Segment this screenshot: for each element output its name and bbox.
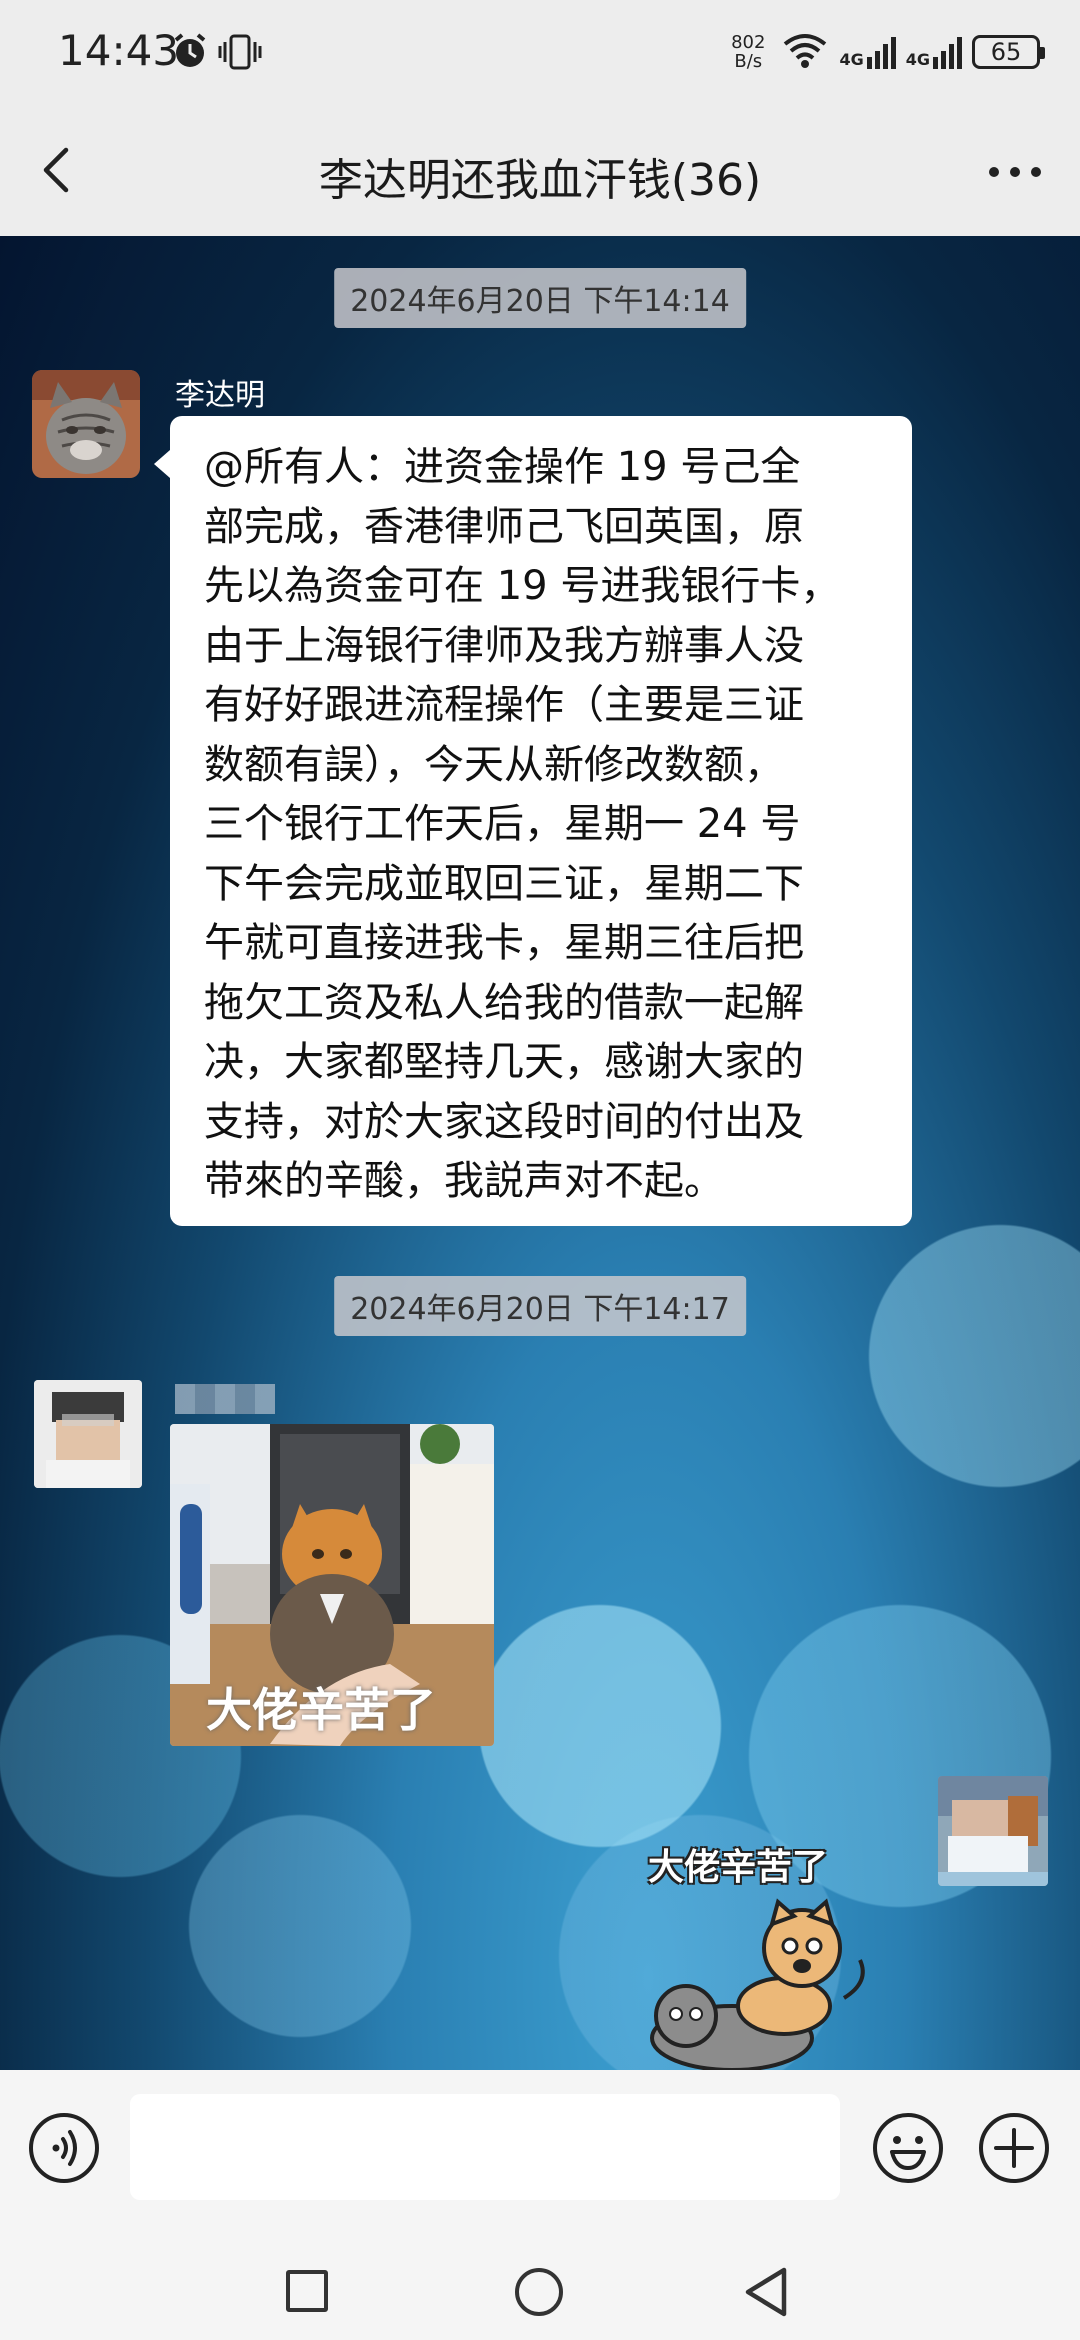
battery-level: 65 xyxy=(990,38,1022,66)
triangle-back-icon xyxy=(745,2267,787,2317)
battery-icon: 65 xyxy=(972,35,1045,69)
emoji-button[interactable] xyxy=(872,2112,944,2184)
signal-2: 4G xyxy=(906,35,962,69)
signal-2-label: 4G xyxy=(905,50,930,69)
input-bar xyxy=(0,2070,1080,2230)
avatar[interactable] xyxy=(34,1380,142,1488)
net-speed: 802 B/s xyxy=(731,33,765,71)
emoji-icon xyxy=(873,2113,943,2183)
system-back-button[interactable] xyxy=(742,2266,790,2322)
sticker-text: 大佬辛苦了 xyxy=(648,1847,829,1888)
voice-icon xyxy=(29,2113,99,2183)
avatar[interactable] xyxy=(32,370,140,478)
avatar[interactable] xyxy=(938,1776,1048,1886)
voice-button[interactable] xyxy=(28,2112,100,2184)
status-time: 14:43 xyxy=(58,26,180,75)
sticker-message[interactable]: 大佬辛苦了 xyxy=(634,1838,884,2070)
net-speed-value: 802 xyxy=(731,32,766,53)
signal-bars-icon xyxy=(866,37,896,69)
plus-button[interactable] xyxy=(978,2112,1050,2184)
more-button[interactable] xyxy=(980,142,1050,202)
chat-header: 李达明还我血汗钱(36) xyxy=(0,110,1080,236)
vibrate-icon xyxy=(218,32,262,76)
wifi-icon xyxy=(781,30,829,74)
chat-area[interactable]: 2024年6月20日 下午14:14 李达明 @所有人：进资金操作 19 号己全… xyxy=(0,236,1080,2070)
signal-1: 4G xyxy=(839,35,896,69)
message-input[interactable] xyxy=(130,2094,840,2200)
more-dots-icon xyxy=(989,167,1041,177)
status-indicators: 802 B/s 4G 4G 65 xyxy=(731,30,1045,74)
image-message[interactable]: 大佬辛苦了 xyxy=(170,1424,494,1746)
net-speed-unit: B/s xyxy=(734,51,763,72)
message-bubble[interactable]: @所有人：进资金操作 19 号己全 部完成，香港律师己飞回英国，原 先以為资金可… xyxy=(154,416,912,1226)
sender-name-blurred xyxy=(175,1384,275,1414)
signal-bars-icon xyxy=(933,37,962,69)
image-caption: 大佬辛苦了 xyxy=(206,1683,436,1737)
alarm-icon xyxy=(170,32,210,76)
message-timestamp: 2024年6月20日 下午14:14 xyxy=(334,268,746,328)
system-navigation xyxy=(0,2230,1080,2340)
plus-icon xyxy=(979,2113,1049,2183)
recents-button[interactable] xyxy=(286,2270,328,2312)
chat-title: 李达明还我血汗钱(36) xyxy=(318,155,762,206)
signal-1-label: 4G xyxy=(839,50,864,69)
cats-icon xyxy=(650,1898,865,2070)
home-button[interactable] xyxy=(515,2268,563,2316)
status-bar: 14:43 802 B/s 4G 4G 65 xyxy=(0,0,1080,110)
sender-name: 李达明 xyxy=(175,378,265,413)
message-timestamp: 2024年6月20日 下午14:17 xyxy=(334,1276,746,1336)
